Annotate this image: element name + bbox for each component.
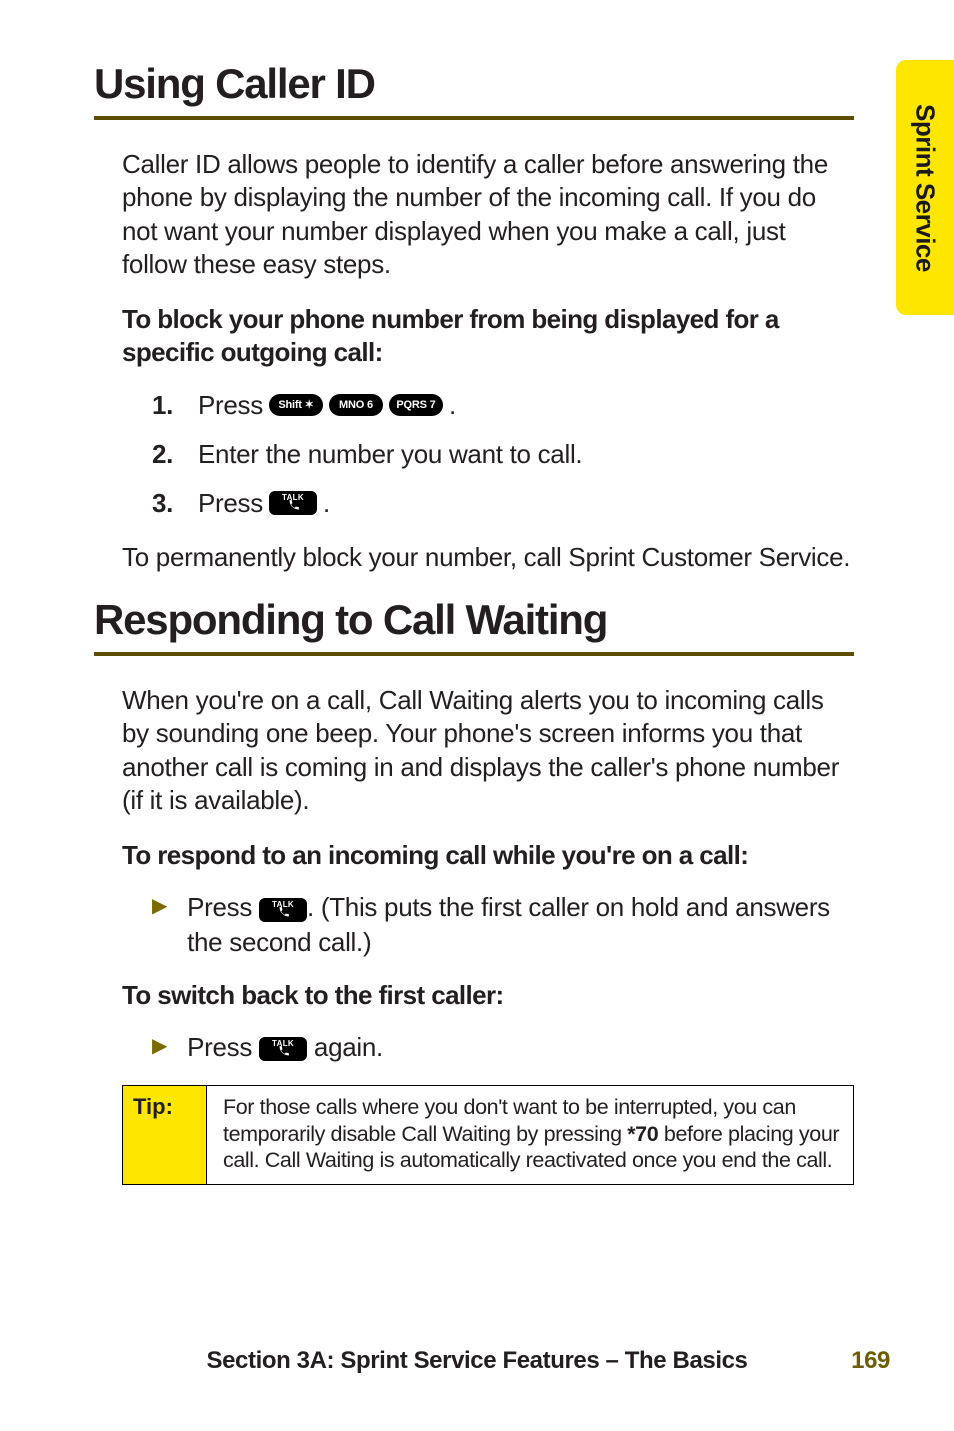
key-mno-6: MNO 6 — [329, 394, 383, 416]
bullet-item: ▶ Press . (This puts the first caller on… — [152, 890, 854, 959]
talk-key-icon — [269, 491, 317, 515]
bullet-list-respond: ▶ Press . (This puts the first caller on… — [152, 890, 854, 959]
subheading-respond: To respond to an incoming call while you… — [122, 839, 854, 872]
heading-rule — [94, 116, 854, 120]
subheading-switch: To switch back to the first caller: — [122, 979, 854, 1012]
step-punct: . — [323, 486, 330, 521]
step-punct: . — [449, 388, 456, 423]
footer-section-title: Section 3A: Sprint Service Features – Th… — [206, 1347, 747, 1374]
side-tab-label: Sprint Service — [910, 104, 941, 272]
bullet-text-post: again. — [307, 1032, 383, 1062]
talk-key-icon — [259, 1037, 307, 1061]
bullet-marker-icon: ▶ — [152, 1030, 167, 1064]
bullet-text-pre: Press — [187, 1032, 252, 1062]
step-text: Press — [198, 388, 263, 423]
heading-rule — [94, 652, 854, 656]
step-text: Enter the number you want to call. — [198, 437, 582, 472]
step-number: 3. — [152, 486, 178, 521]
step-3: 3. Press . — [152, 486, 854, 521]
talk-key-icon — [259, 898, 307, 922]
tip-label: Tip: — [123, 1086, 207, 1185]
paragraph-permanent-block: To permanently block your number, call S… — [122, 541, 854, 574]
paragraph-call-waiting: When you're on a call, Call Waiting aler… — [122, 684, 854, 817]
steps-list: 1. Press Shift ✶ MNO 6 PQRS 7. 2. Enter … — [152, 388, 854, 521]
step-number: 1. — [152, 388, 178, 423]
bullet-list-switch: ▶ Press again. — [152, 1030, 854, 1064]
heading-call-waiting: Responding to Call Waiting — [94, 596, 854, 644]
side-tab: Sprint Service — [896, 60, 954, 315]
step-text: Press — [198, 486, 263, 521]
page-number: 169 — [851, 1347, 890, 1375]
paragraph-caller-id: Caller ID allows people to identify a ca… — [122, 148, 854, 281]
key-shift-star: Shift ✶ — [269, 394, 323, 416]
subheading-block-number: To block your phone number from being di… — [122, 303, 854, 370]
bullet-item: ▶ Press again. — [152, 1030, 854, 1064]
tip-keys: *70 — [627, 1122, 658, 1146]
bullet-text-pre: Press — [187, 892, 252, 922]
page-content: Using Caller ID Caller ID allows people … — [94, 60, 854, 1185]
bullet-marker-icon: ▶ — [152, 890, 167, 959]
step-2: 2. Enter the number you want to call. — [152, 437, 854, 472]
heading-caller-id: Using Caller ID — [94, 60, 854, 108]
tip-body: For those calls where you don't want to … — [207, 1086, 853, 1185]
page-footer: Section 3A: Sprint Service Features – Th… — [0, 1347, 954, 1375]
step-1: 1. Press Shift ✶ MNO 6 PQRS 7. — [152, 388, 854, 423]
key-pqrs-7: PQRS 7 — [389, 394, 443, 416]
tip-box: Tip: For those calls where you don't wan… — [122, 1085, 854, 1186]
step-number: 2. — [152, 437, 178, 472]
